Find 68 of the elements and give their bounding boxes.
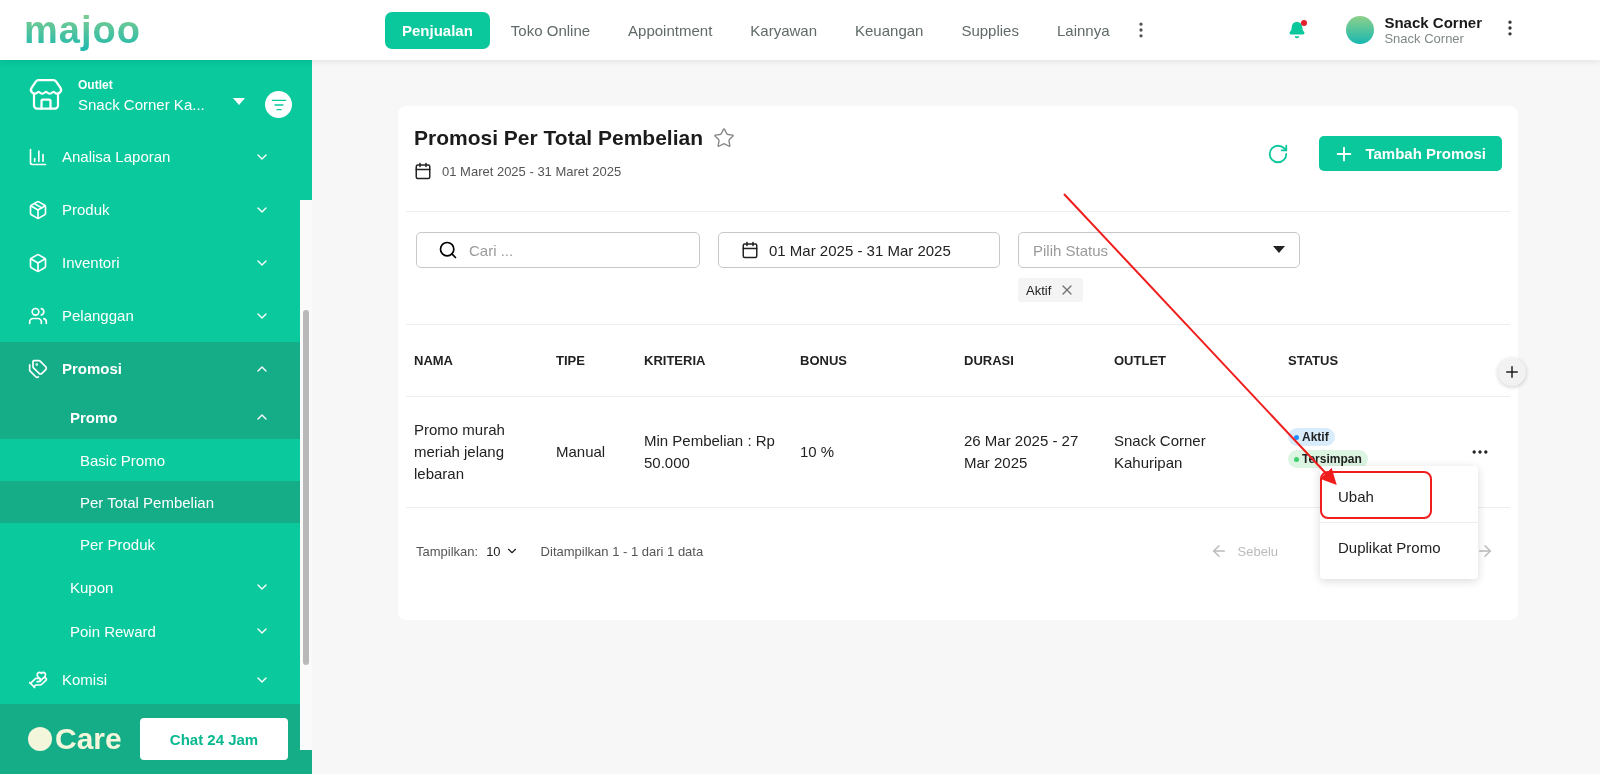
avatar (1346, 16, 1375, 44)
column-header: NAMA (414, 353, 454, 368)
column-header: OUTLET (1114, 353, 1167, 368)
sidebar-item[interactable]: Per Produk (0, 523, 304, 565)
menu-icon (28, 146, 48, 167)
sidebar-item[interactable]: Kupon (0, 565, 304, 609)
menu-icon (28, 199, 48, 220)
user-name: Snack Corner (1384, 14, 1482, 31)
summary-text: Ditampilkan 1 - 1 dari 1 data (540, 543, 704, 559)
table-cell-text: Min Pembelian : Rp 50.000 (644, 431, 776, 473)
menu-icon (28, 305, 48, 326)
store-icon (28, 77, 64, 113)
outlet-select[interactable]: Snack Corner Ka... (78, 95, 205, 113)
table-cell-text: 26 Mar 2025 - 27 Mar 2025 (964, 431, 1080, 473)
caret-icon (1273, 246, 1285, 254)
menu-item[interactable]: Duplikat Promo (1320, 523, 1478, 573)
nav-tab[interactable]: Penjualan (385, 11, 490, 49)
filter-chip: Aktif (1018, 278, 1084, 302)
column-header: TIPE (556, 353, 586, 368)
menu-icon (28, 252, 48, 273)
sidebar-item[interactable]: Poin Reward (0, 609, 304, 653)
star-icon[interactable] (713, 127, 736, 149)
table-cell-text: Snack Corner Kahuripan (1114, 431, 1207, 473)
menu-icon (28, 358, 48, 379)
add-promo-button[interactable]: Tambah Promosi (1319, 136, 1502, 171)
scrollbar-thumb[interactable] (303, 310, 309, 665)
sidebar-item[interactable]: Pelanggan (0, 289, 304, 342)
plus-icon (1503, 363, 1521, 381)
add-column-button[interactable] (1498, 358, 1526, 386)
table-cell-text: Promo murah meriah jelang lebaran (414, 420, 506, 484)
sidebar-item[interactable]: Basic Promo (0, 439, 304, 481)
date-range-field[interactable]: 01 Mar 2025 - 31 Mar 2025 (718, 232, 1000, 268)
chat-button[interactable]: Chat 24 Jam (140, 718, 288, 760)
menu-icon (28, 669, 48, 690)
sidebar-item[interactable]: Produk (0, 183, 304, 236)
table-cell-text: Manual (556, 442, 607, 462)
column-header: KRITERIA (644, 353, 707, 368)
page-size-select[interactable]: 10 (486, 543, 519, 559)
period-text: 01 Maret 2025 - 31 Maret 2025 (442, 163, 622, 179)
sidebar-item[interactable]: Inventori (0, 236, 304, 289)
calendar-icon (741, 241, 759, 259)
column-header: STATUS (1288, 353, 1340, 368)
user-subtitle: Snack Corner (1384, 31, 1465, 46)
care-logo: Care (28, 722, 122, 756)
column-header: BONUS (800, 353, 848, 368)
sidebar-item[interactable]: Analisa Laporan (0, 130, 304, 183)
previous-link[interactable]: Sebelu (1237, 543, 1278, 559)
nav-tab[interactable]: Lainnya (1039, 11, 1127, 49)
page-title: Promosi Per Total Pembelian (414, 126, 704, 150)
column-header: DURASI (964, 353, 1015, 368)
nav-tab[interactable]: Keuangan (838, 11, 941, 49)
outlet-label: Outlet (78, 77, 114, 92)
status-badge: Aktif (1288, 428, 1335, 446)
nav-tab[interactable]: Supplies (944, 11, 1036, 49)
nav-tab[interactable]: Appointment (611, 11, 730, 49)
refresh-icon[interactable] (1267, 142, 1290, 165)
status-select[interactable]: Pilih Status (1018, 232, 1300, 268)
show-label: Tampilkan: (416, 543, 479, 559)
nav-tab[interactable]: Karyawan (733, 11, 834, 49)
menu-item[interactable]: Ubah (1320, 472, 1478, 523)
calendar-icon (414, 162, 432, 180)
notification-bell-icon[interactable] (1288, 21, 1307, 39)
nav-tab[interactable]: Toko Online (493, 11, 608, 49)
table-cell-text: 10 % (800, 442, 836, 462)
sidebar-item[interactable]: Komisi (0, 653, 304, 704)
filter-button[interactable] (265, 91, 292, 118)
caret-icon (232, 98, 245, 106)
search-field[interactable]: Cari ... (416, 232, 700, 268)
